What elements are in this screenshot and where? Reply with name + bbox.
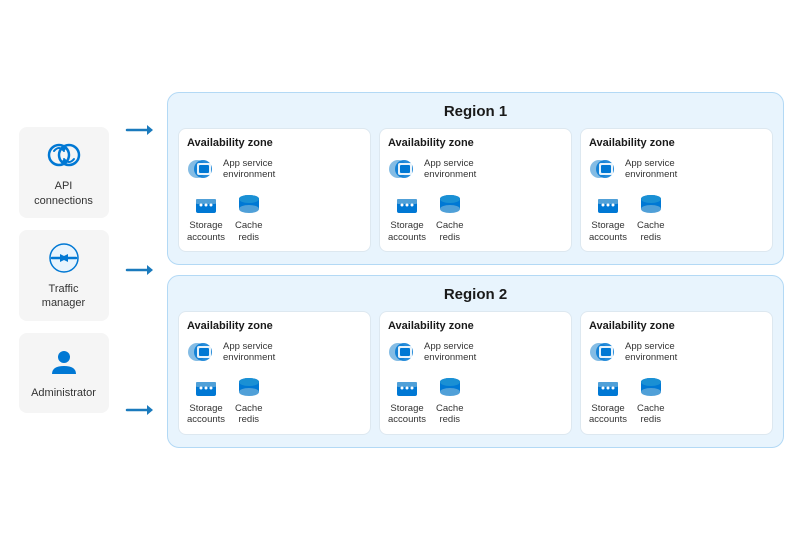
cache-item-1c: Cacheredis [637, 191, 664, 243]
traffic-manager-icon [46, 240, 82, 276]
region1-zones: Availability zone App serviceenvironment [178, 128, 773, 252]
zone-2b-bottom: Storageaccounts Cacheredis [388, 374, 563, 426]
app-service-icon-2c [589, 338, 621, 366]
zone-2b: Availability zone App serviceenvironment [379, 311, 572, 435]
storage-item-2b: Storageaccounts [388, 374, 426, 426]
cache-label-2a: Cacheredis [235, 403, 262, 426]
arrows-column [125, 30, 153, 510]
storage-icon-1a [193, 191, 219, 217]
storage-item-2c: Storageaccounts [589, 374, 627, 426]
zone-2c-bottom: Storageaccounts Cacheredis [589, 374, 764, 426]
region2-zones: Availability zone App serviceenvironment [178, 311, 773, 435]
zone-2a-bottom: Storageaccounts Cacheredis [187, 374, 362, 426]
app-service-icon-1b [388, 155, 420, 183]
arrow-admin [125, 400, 153, 420]
zone-1b: Availability zone App serviceenvironment [379, 128, 572, 252]
api-connections-icon [46, 137, 82, 173]
region1-title: Region 1 [178, 103, 773, 120]
zone-1c-app-service-label: App serviceenvironment [625, 158, 677, 181]
storage-icon-1c [595, 191, 621, 217]
region2-title: Region 2 [178, 286, 773, 303]
cache-label-2c: Cacheredis [637, 403, 664, 426]
zone-2b-app-service-label: App serviceenvironment [424, 341, 476, 364]
cache-item-2c: Cacheredis [637, 374, 664, 426]
zone-1a-top: App serviceenvironment [187, 155, 362, 183]
cache-icon-1a [236, 191, 262, 217]
zone-2c-app-service-label: App serviceenvironment [625, 341, 677, 364]
zone-2c: Availability zone App serviceenvironment [580, 311, 773, 435]
storage-icon-1b [394, 191, 420, 217]
app-service-icon-2b [388, 338, 420, 366]
zone-1a-bottom: Storageaccounts Cacheredis [187, 191, 362, 243]
regions-column: Region 1 Availability zone App serviceen… [167, 92, 784, 448]
sidebar-item-traffic-manager: Trafficmanager [19, 230, 109, 321]
cache-label-1c: Cacheredis [637, 220, 664, 243]
administrator-label: Administrator [31, 386, 96, 400]
sidebar: APIconnections Trafficmanager [16, 127, 111, 412]
zone-1b-app-service-label: App serviceenvironment [424, 158, 476, 181]
storage-label-2b: Storageaccounts [388, 403, 426, 426]
cache-icon-2a [236, 374, 262, 400]
storage-icon-2b [394, 374, 420, 400]
administrator-icon [46, 344, 82, 380]
sidebar-item-api-connections: APIconnections [19, 127, 109, 218]
zone-2b-top: App serviceenvironment [388, 338, 563, 366]
cache-item-1a: Cacheredis [235, 191, 262, 243]
cache-icon-2b [437, 374, 463, 400]
zone-1a: Availability zone App serviceenvironment [178, 128, 371, 252]
zone-1a-title: Availability zone [187, 137, 362, 149]
traffic-manager-label: Trafficmanager [42, 282, 85, 311]
zone-1b-title: Availability zone [388, 137, 563, 149]
zone-1b-bottom: Storageaccounts Cacheredis [388, 191, 563, 243]
zone-1c-title: Availability zone [589, 137, 764, 149]
region1-box: Region 1 Availability zone App serviceen… [167, 92, 784, 265]
sidebar-item-administrator: Administrator [19, 333, 109, 413]
arrow-api [125, 120, 153, 140]
app-service-icon-1a [187, 155, 219, 183]
cache-label-1a: Cacheredis [235, 220, 262, 243]
zone-1b-top: App serviceenvironment [388, 155, 563, 183]
zone-1c-top: App serviceenvironment [589, 155, 764, 183]
zone-2a-title: Availability zone [187, 320, 362, 332]
zone-2b-title: Availability zone [388, 320, 563, 332]
zone-1c: Availability zone App serviceenvironment [580, 128, 773, 252]
zone-2a-app-service-label: App serviceenvironment [223, 341, 275, 364]
zone-2c-title: Availability zone [589, 320, 764, 332]
storage-item-2a: Storageaccounts [187, 374, 225, 426]
storage-item-1c: Storageaccounts [589, 191, 627, 243]
storage-label-2a: Storageaccounts [187, 403, 225, 426]
arrow-traffic [125, 260, 153, 280]
storage-item-1b: Storageaccounts [388, 191, 426, 243]
app-service-icon-2a [187, 338, 219, 366]
region2-box: Region 2 Availability zone App serviceen… [167, 275, 784, 448]
app-service-icon-1c [589, 155, 621, 183]
storage-icon-2c [595, 374, 621, 400]
cache-icon-1c [638, 191, 664, 217]
storage-label-1c: Storageaccounts [589, 220, 627, 243]
storage-item-1a: Storageaccounts [187, 191, 225, 243]
zone-2a-top: App serviceenvironment [187, 338, 362, 366]
diagram: APIconnections Trafficmanager [0, 0, 800, 540]
cache-item-2b: Cacheredis [436, 374, 463, 426]
storage-label-1a: Storageaccounts [187, 220, 225, 243]
cache-label-2b: Cacheredis [436, 403, 463, 426]
storage-label-2c: Storageaccounts [589, 403, 627, 426]
cache-icon-1b [437, 191, 463, 217]
zone-1a-app-service-label: App serviceenvironment [223, 158, 275, 181]
zone-2c-top: App serviceenvironment [589, 338, 764, 366]
cache-label-1b: Cacheredis [436, 220, 463, 243]
cache-icon-2c [638, 374, 664, 400]
storage-icon-2a [193, 374, 219, 400]
zone-2a: Availability zone App serviceenvironment [178, 311, 371, 435]
zone-1c-bottom: Storageaccounts Cacheredis [589, 191, 764, 243]
cache-item-2a: Cacheredis [235, 374, 262, 426]
storage-label-1b: Storageaccounts [388, 220, 426, 243]
cache-item-1b: Cacheredis [436, 191, 463, 243]
api-connections-label: APIconnections [34, 179, 93, 208]
